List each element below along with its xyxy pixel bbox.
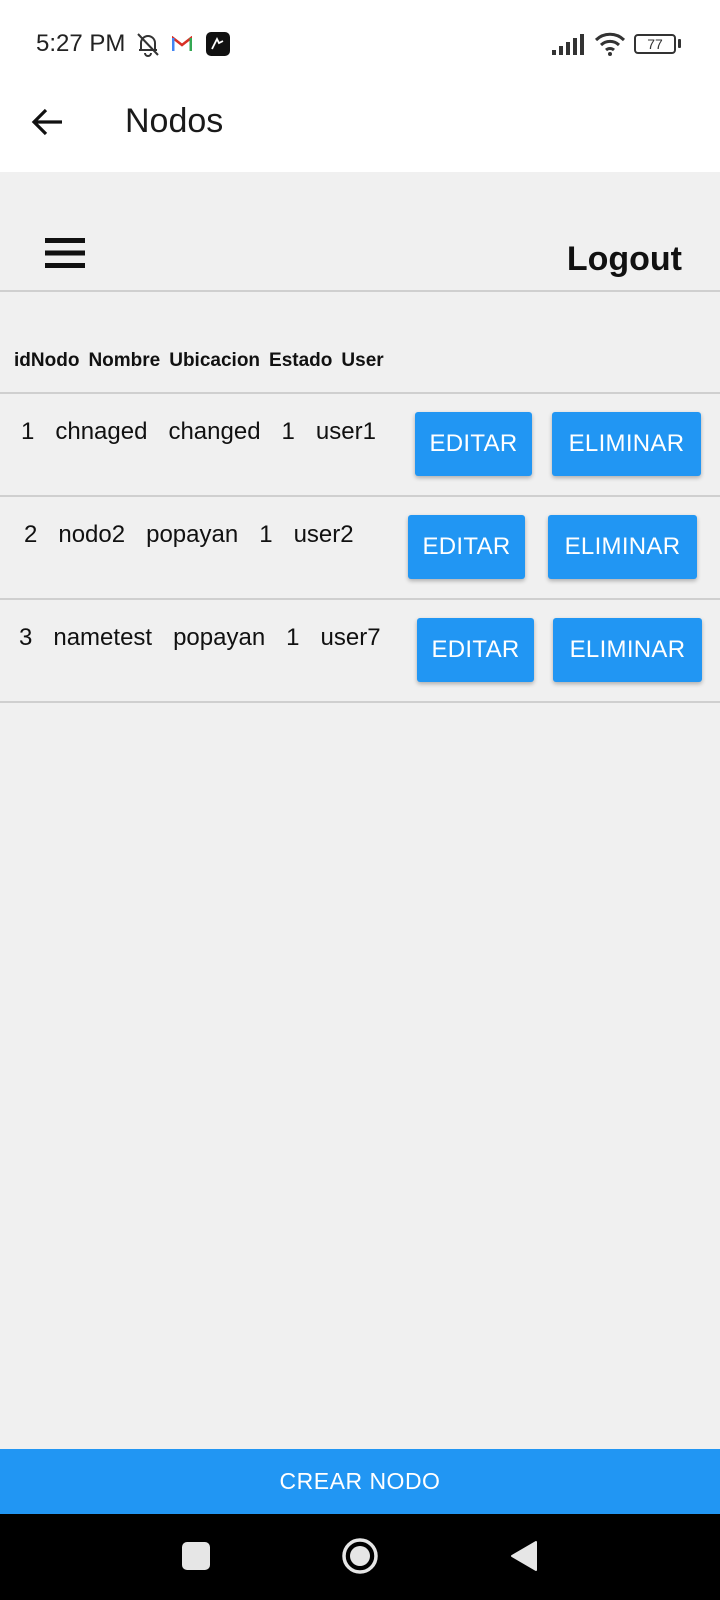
cell-user: user2	[293, 521, 354, 548]
page-title: Nodos	[125, 102, 224, 140]
battery-tip	[678, 39, 681, 48]
cell-ubicacion: changed	[168, 418, 261, 445]
create-node-button[interactable]: CREAR NODO	[0, 1449, 720, 1514]
row-cells: 3 nametest popayan 1 user7	[19, 624, 381, 652]
delete-button[interactable]: ELIMINAR	[553, 618, 702, 682]
arrow-left-icon	[31, 108, 62, 136]
back-triangle-icon	[511, 1541, 537, 1571]
table-row: 1 chnaged changed 1 user1 EDITAR ELIMINA…	[0, 394, 720, 497]
cell-ubicacion: popayan	[173, 624, 266, 651]
cell-user: user1	[315, 418, 376, 445]
cell-nombre: nametest	[53, 624, 153, 651]
table-row: 2 nodo2 popayan 1 user2 EDITAR ELIMINAR	[0, 497, 720, 600]
cell-ubicacion: popayan	[146, 521, 239, 548]
header-idnodo: idNodo	[14, 350, 80, 371]
header-ubicacion: Ubicacion	[169, 350, 261, 371]
home-button[interactable]	[340, 1536, 380, 1576]
signal-icon	[552, 34, 586, 61]
edit-button[interactable]: EDITAR	[415, 412, 532, 476]
cell-estado: 1	[281, 418, 295, 445]
toolbar: Logout	[0, 172, 720, 292]
battery-icon: 77	[634, 34, 676, 54]
hamburger-menu-icon	[45, 238, 85, 268]
status-time: 5:27 PM	[36, 30, 126, 57]
header-user: User	[341, 350, 384, 371]
cell-nombre: nodo2	[58, 521, 126, 548]
edit-button[interactable]: EDITAR	[408, 515, 525, 579]
wifi-icon	[594, 32, 626, 61]
row-cells: 2 nodo2 popayan 1 user2	[24, 521, 354, 549]
cell-idnodo: 2	[24, 521, 38, 548]
cell-estado: 1	[286, 624, 300, 651]
edit-button[interactable]: EDITAR	[417, 618, 534, 682]
cell-idnodo: 1	[21, 418, 35, 445]
menu-button[interactable]	[42, 236, 88, 270]
column-headers: idNodo Nombre Ubicacion Estado User	[14, 350, 384, 372]
home-circle-icon	[342, 1538, 378, 1574]
delete-button[interactable]: ELIMINAR	[552, 412, 701, 476]
cell-user: user7	[320, 624, 381, 651]
back-button[interactable]	[26, 100, 70, 144]
delete-button[interactable]: ELIMINAR	[548, 515, 697, 579]
cell-idnodo: 3	[19, 624, 33, 651]
header-nombre: Nombre	[88, 350, 161, 371]
header-estado: Estado	[269, 350, 333, 371]
battery-level: 77	[647, 36, 663, 52]
logout-link[interactable]: Logout	[567, 240, 682, 279]
recents-button[interactable]	[176, 1536, 216, 1576]
recents-square-icon	[182, 1542, 210, 1570]
cell-nombre: chnaged	[55, 418, 148, 445]
cell-estado: 1	[259, 521, 273, 548]
gmail-icon	[171, 35, 193, 57]
app-bar: Nodos	[0, 80, 720, 172]
status-bar: 5:27 PM 77	[0, 0, 720, 90]
muted-bell-icon	[133, 30, 163, 63]
nav-back-button[interactable]	[504, 1536, 544, 1576]
table-header: idNodo Nombre Ubicacion Estado User	[0, 292, 720, 394]
system-nav-bar	[0, 1514, 720, 1600]
app-icon	[206, 32, 230, 61]
row-cells: 1 chnaged changed 1 user1	[21, 418, 376, 446]
table-row: 3 nametest popayan 1 user7 EDITAR ELIMIN…	[0, 600, 720, 703]
